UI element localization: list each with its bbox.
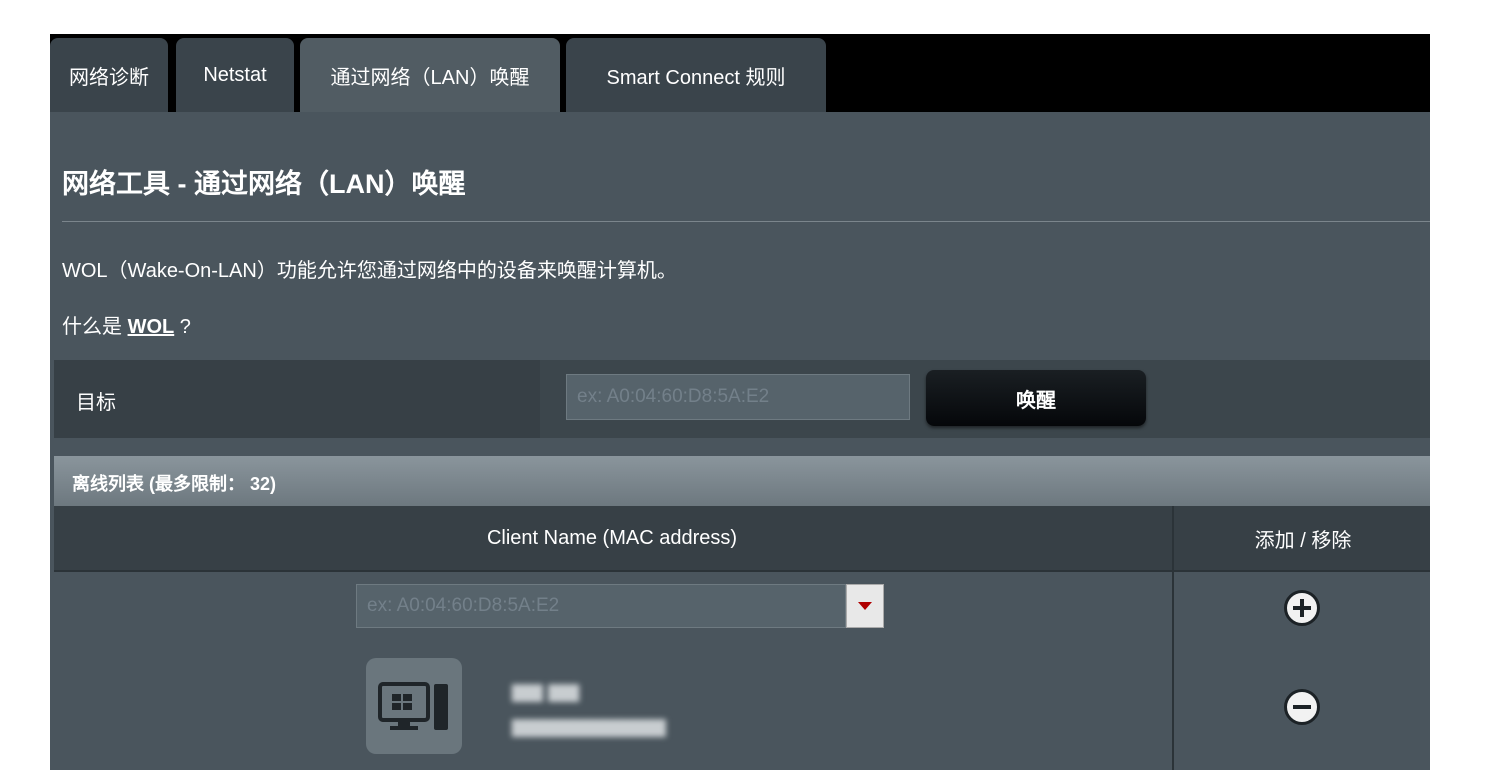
- wol-panel: 网络诊断 Netstat 通过网络（LAN）唤醒 Smart Connect 规…: [50, 34, 1430, 770]
- tab-netstat[interactable]: Netstat: [176, 38, 294, 112]
- offline-list-title: 离线列表 (最多限制： 32): [72, 474, 277, 494]
- target-label-cell: 目标: [54, 360, 540, 438]
- client-dropdown-button[interactable]: [846, 584, 884, 628]
- windows-pc-icon: [366, 658, 462, 754]
- tab-wake-on-lan[interactable]: 通过网络（LAN）唤醒: [300, 38, 560, 112]
- page-title: 网络工具 - 通过网络（LAN）唤醒: [62, 169, 466, 199]
- wol-help-suffix: ?: [174, 316, 191, 338]
- client-name: ▆▆ ▆▆ ▆▆▆▆▆▆▆▆▆▆: [512, 678, 666, 748]
- client-mac-placeholder: ex: A0:04:60:D8:5A:E2: [367, 595, 560, 616]
- target-mac-input[interactable]: [566, 374, 910, 420]
- client-mac-input[interactable]: ex: A0:04:60:D8:5A:E2: [356, 584, 846, 628]
- tab-label: Netstat: [203, 63, 267, 86]
- cell-divider: [1172, 644, 1174, 770]
- plus-circle-icon[interactable]: [1283, 589, 1321, 627]
- wol-help-prefix: 什么是: [62, 316, 128, 338]
- wake-button[interactable]: 唤醒: [926, 370, 1146, 426]
- client-row: ▆▆ ▆▆ ▆▆▆▆▆▆▆▆▆▆: [54, 644, 1430, 770]
- chevron-down-icon: [858, 602, 872, 610]
- tab-label: 网络诊断: [69, 66, 149, 89]
- column-header-add-remove: 添加 / 移除: [1172, 506, 1430, 570]
- wol-help: 什么是 WOL ?: [62, 310, 191, 339]
- wol-description: WOL（Wake-On-LAN）功能允许您通过网络中的设备来唤醒计算机。: [62, 260, 677, 282]
- client-name-line1: ▆▆ ▆▆: [512, 680, 580, 702]
- tab-label: 通过网络（LAN）唤醒: [330, 66, 530, 89]
- tab-smart-connect-rules[interactable]: Smart Connect 规则: [566, 38, 826, 112]
- target-row: 目标 唤醒: [54, 360, 1430, 438]
- column-header-client: Client Name (MAC address): [486, 526, 738, 549]
- tab-bar: 网络诊断 Netstat 通过网络（LAN）唤醒 Smart Connect 规…: [50, 34, 1430, 112]
- client-name-line2: ▆▆▆▆▆▆▆▆▆▆: [512, 715, 666, 737]
- offline-list-header: 离线列表 (最多限制： 32): [54, 456, 1430, 506]
- tab-network-diagnostics[interactable]: 网络诊断: [50, 38, 168, 112]
- wake-button-label: 唤醒: [1016, 389, 1056, 412]
- offline-list-column-headers: Client Name (MAC address) 添加 / 移除: [54, 506, 1430, 570]
- target-label: 目标: [76, 392, 116, 414]
- wol-help-link[interactable]: WOL: [128, 316, 175, 338]
- tab-label: Smart Connect 规则: [606, 66, 786, 89]
- add-client-row: ex: A0:04:60:D8:5A:E2: [54, 570, 1430, 648]
- cell-divider: [1172, 572, 1174, 646]
- title-divider: [62, 221, 1430, 222]
- minus-circle-icon[interactable]: [1283, 688, 1321, 726]
